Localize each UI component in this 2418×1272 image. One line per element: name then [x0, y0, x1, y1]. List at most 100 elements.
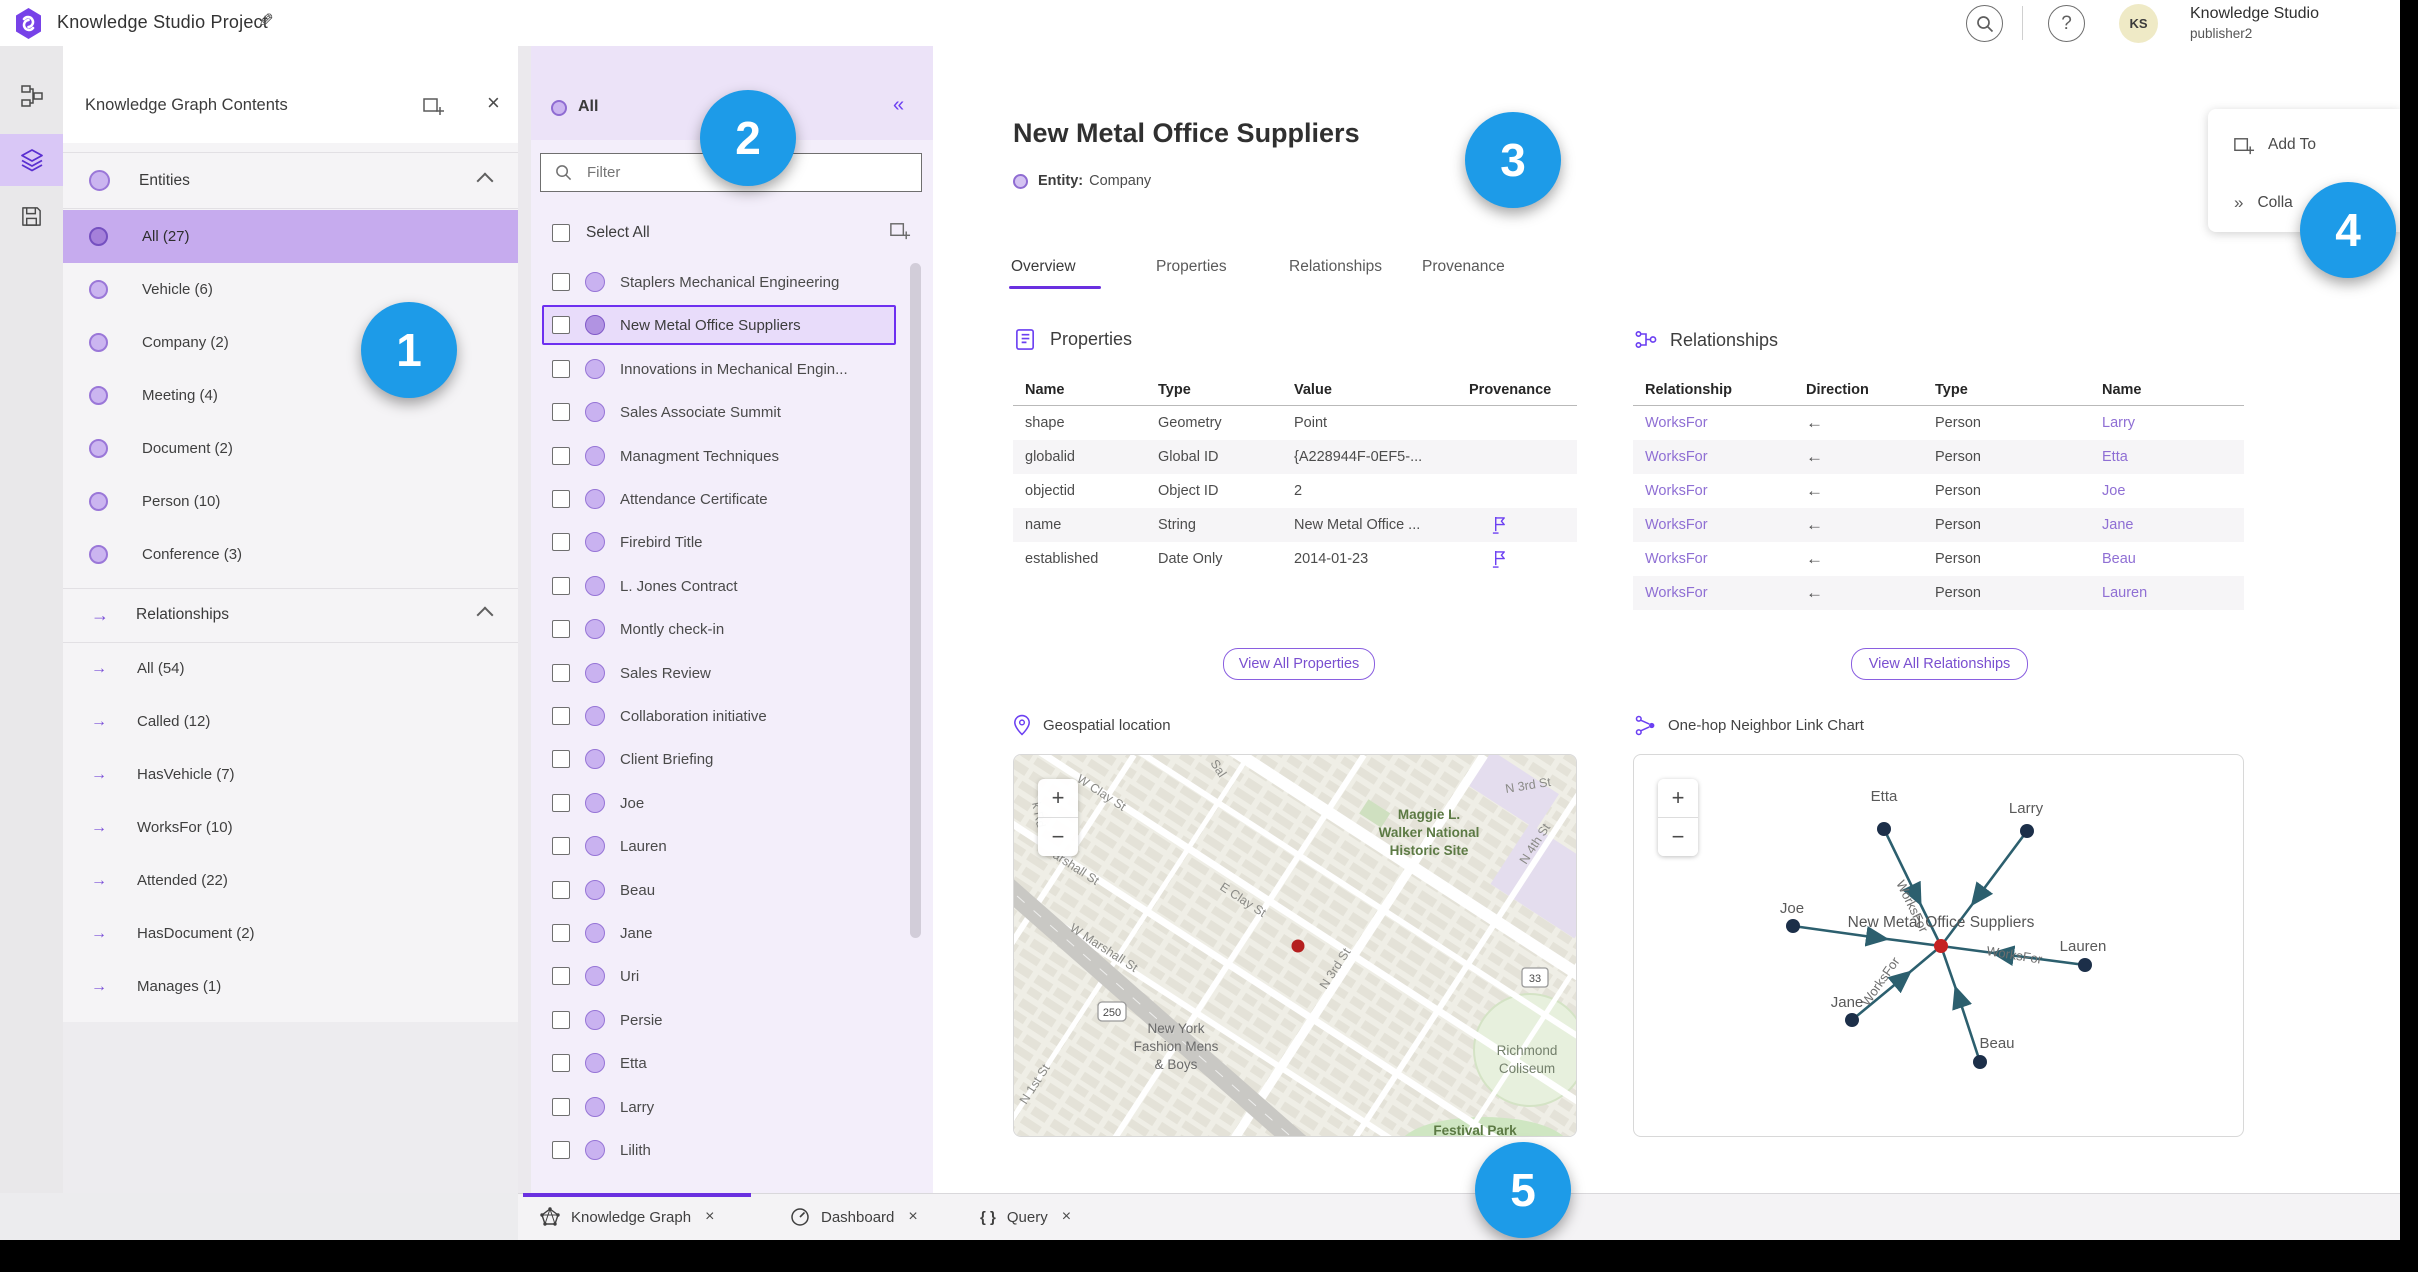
table-row[interactable]: WorksFor ← Person Joe [1633, 474, 2244, 508]
list-item[interactable]: Larry [531, 1087, 911, 1127]
relationship-link[interactable]: WorksFor [1633, 483, 1806, 499]
provenance-flag-icon[interactable] [1491, 549, 1508, 569]
close-panel-icon[interactable]: × [487, 90, 500, 116]
table-row[interactable]: WorksFor ← Person Lauren [1633, 576, 2244, 610]
table-row[interactable]: WorksFor ← Person Jane [1633, 508, 2244, 542]
add-to-new-window-button[interactable] [421, 94, 445, 123]
add-to-button[interactable]: Add To [2208, 123, 2400, 167]
list-item[interactable]: Lauren [531, 826, 911, 866]
graph-node[interactable] [1973, 1055, 1987, 1069]
close-tab-icon[interactable]: × [908, 1208, 917, 1226]
zoom-in-button[interactable]: + [1038, 779, 1078, 817]
item-checkbox[interactable] [552, 881, 570, 899]
add-selected-button[interactable] [888, 219, 911, 247]
chevron-up-icon[interactable] [476, 172, 494, 189]
sidebar-item-rel-all[interactable]: → All (54) [63, 642, 518, 695]
item-checkbox[interactable] [552, 577, 570, 595]
list-item[interactable]: Persie [531, 1000, 911, 1040]
collapse-panel-icon[interactable]: « [893, 94, 904, 117]
list-item[interactable]: Firebird Title [531, 522, 911, 562]
bottom-tab-dashboard[interactable]: Dashboard × [790, 1194, 918, 1240]
rail-item-data-model[interactable] [0, 70, 63, 122]
sidebar-item-person[interactable]: Person (10) [63, 475, 518, 528]
sidebar-item-hasdocument[interactable]: → HasDocument (2) [63, 907, 518, 960]
graph-node[interactable] [1877, 822, 1891, 836]
avatar[interactable]: KS [2119, 4, 2158, 43]
table-row[interactable]: objectid Object ID 2 [1013, 474, 1577, 508]
item-checkbox[interactable] [552, 794, 570, 812]
geospatial-map[interactable]: k Rd W Clay St Sal E Clay St arshall St … [1013, 754, 1577, 1137]
view-all-relationships-button[interactable]: View All Relationships [1851, 648, 2028, 680]
tab-properties[interactable]: Properties [1156, 258, 1227, 276]
item-checkbox[interactable] [552, 1141, 570, 1159]
search-button[interactable] [1966, 5, 2003, 42]
table-row[interactable]: WorksFor ← Person Etta [1633, 440, 2244, 474]
list-item[interactable]: Attendance Certificate [531, 479, 911, 519]
item-checkbox[interactable] [552, 1098, 570, 1116]
item-checkbox[interactable] [552, 316, 570, 334]
list-item[interactable]: Montly check-in [531, 609, 911, 649]
graph-node[interactable] [1786, 919, 1800, 933]
item-checkbox[interactable] [552, 837, 570, 855]
edit-pencil-icon[interactable]: ✎ [258, 10, 274, 33]
item-checkbox[interactable] [552, 403, 570, 421]
relationship-link[interactable]: WorksFor [1633, 551, 1806, 567]
relationship-link[interactable]: WorksFor [1633, 449, 1806, 465]
entity-link[interactable]: Joe [2102, 483, 2125, 499]
list-item[interactable]: Client Briefing [531, 739, 911, 779]
item-checkbox[interactable] [552, 750, 570, 768]
list-item[interactable]: Beau [531, 870, 911, 910]
list-item-selected[interactable]: New Metal Office Suppliers [542, 305, 896, 345]
table-row[interactable]: WorksFor ← Person Beau [1633, 542, 2244, 576]
sidebar-item-manages[interactable]: → Manages (1) [63, 960, 518, 1013]
item-checkbox[interactable] [552, 447, 570, 465]
list-item[interactable]: Etta [531, 1043, 911, 1083]
list-item[interactable]: Sales Associate Summit [531, 392, 911, 432]
list-item[interactable]: Jane [531, 913, 911, 953]
graph-node[interactable] [1845, 1013, 1859, 1027]
graph-node[interactable] [2078, 958, 2092, 972]
item-checkbox[interactable] [552, 490, 570, 508]
tab-overview[interactable]: Overview [1011, 258, 1076, 276]
tab-relationships[interactable]: Relationships [1289, 258, 1382, 276]
graph-node[interactable] [2020, 824, 2034, 838]
entity-link[interactable]: Etta [2102, 449, 2128, 465]
chevron-up-icon[interactable] [476, 606, 494, 624]
sidebar-item-meeting[interactable]: Meeting (4) [63, 369, 518, 422]
item-checkbox[interactable] [552, 967, 570, 985]
rail-item-contents[interactable] [0, 134, 63, 186]
item-checkbox[interactable] [552, 620, 570, 638]
sidebar-item-entities-all[interactable]: All (27) [63, 210, 518, 263]
relationship-link[interactable]: WorksFor [1633, 517, 1806, 533]
sidebar-item-document[interactable]: Document (2) [63, 422, 518, 475]
list-item[interactable]: Collaboration initiative [531, 696, 911, 736]
table-row[interactable]: name String New Metal Office ... [1013, 508, 1577, 542]
section-entities[interactable]: Entities [63, 152, 518, 209]
link-chart[interactable]: WorksFor WorksFor WorksFor Etta Larry Jo… [1633, 754, 2244, 1137]
entity-link[interactable]: Lauren [2102, 585, 2147, 601]
graph-center-node[interactable] [1934, 939, 1948, 953]
section-relationships[interactable]: → Relationships [63, 588, 518, 642]
rail-item-save[interactable] [0, 190, 63, 242]
relationship-link[interactable]: WorksFor [1633, 585, 1806, 601]
sidebar-item-worksfor[interactable]: → WorksFor (10) [63, 801, 518, 854]
list-filter-name[interactable]: All [578, 98, 598, 116]
list-item[interactable]: Joe [531, 783, 911, 823]
list-item[interactable]: L. Jones Contract [531, 566, 911, 606]
item-checkbox[interactable] [552, 664, 570, 682]
sidebar-item-called[interactable]: → Called (12) [63, 695, 518, 748]
sidebar-item-hasvehicle[interactable]: → HasVehicle (7) [63, 748, 518, 801]
table-row[interactable]: shape Geometry Point [1013, 406, 1577, 440]
table-row[interactable]: established Date Only 2014-01-23 [1013, 542, 1577, 576]
list-item[interactable]: Managment Techniques [531, 436, 911, 476]
zoom-out-button[interactable]: − [1038, 818, 1078, 856]
select-all-checkbox[interactable] [552, 224, 570, 242]
item-checkbox[interactable] [552, 533, 570, 551]
table-row[interactable]: globalid Global ID {A228944F-0EF5-... [1013, 440, 1577, 474]
zoom-in-button[interactable]: + [1658, 779, 1698, 817]
help-button[interactable]: ? [2048, 5, 2085, 42]
item-checkbox[interactable] [552, 924, 570, 942]
list-item[interactable]: Lilith [531, 1130, 911, 1170]
entity-link[interactable]: Jane [2102, 517, 2133, 533]
sidebar-item-vehicle[interactable]: Vehicle (6) [63, 263, 518, 316]
